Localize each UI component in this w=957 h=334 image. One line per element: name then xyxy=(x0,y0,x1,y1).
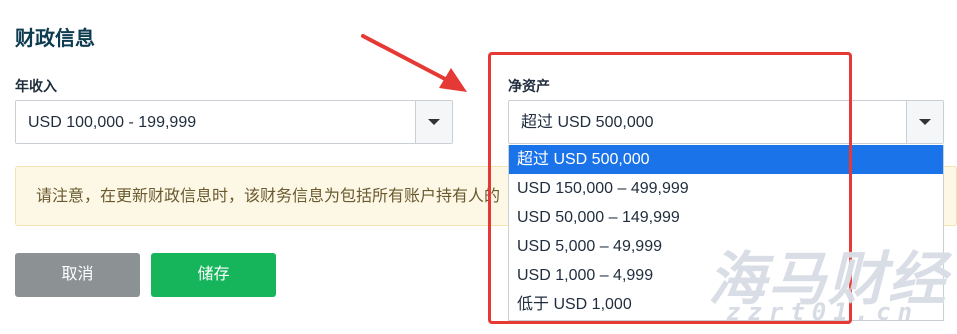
cancel-button[interactable]: 取消 xyxy=(15,253,140,297)
net-worth-dropdown-toggle[interactable] xyxy=(906,101,943,143)
net-worth-select[interactable]: 超过 USD 500,000 xyxy=(508,100,944,144)
dropdown-option[interactable]: USD 50,000 – 149,999 xyxy=(509,203,943,232)
net-worth-options-list: 超过 USD 500,000 USD 150,000 – 499,999 USD… xyxy=(508,145,944,321)
annual-income-value: USD 100,000 - 199,999 xyxy=(28,114,197,131)
net-worth-label: 净资产 xyxy=(508,78,550,94)
net-worth-value: 超过 USD 500,000 xyxy=(521,114,654,131)
annual-income-select[interactable]: USD 100,000 - 199,999 xyxy=(15,100,453,144)
save-button[interactable]: 储存 xyxy=(151,253,276,297)
annual-income-dropdown-toggle[interactable] xyxy=(415,101,452,143)
chevron-down-icon xyxy=(428,119,440,125)
chevron-down-icon xyxy=(919,119,931,125)
dropdown-option[interactable]: USD 5,000 – 49,999 xyxy=(509,232,943,261)
dropdown-option[interactable]: USD 150,000 – 499,999 xyxy=(509,174,943,203)
notice-text: 请注意，在更新财政信息时，该财务信息为包括所有账户持有人的 xyxy=(36,188,501,205)
section-title: 财政信息 xyxy=(15,28,95,50)
dropdown-option[interactable]: 超过 USD 500,000 xyxy=(509,145,943,174)
dropdown-option[interactable]: 低于 USD 1,000 xyxy=(509,290,943,319)
annual-income-label: 年收入 xyxy=(15,78,57,94)
annotation-arrow-icon xyxy=(361,34,467,92)
dropdown-option[interactable]: USD 1,000 – 4,999 xyxy=(509,261,943,290)
